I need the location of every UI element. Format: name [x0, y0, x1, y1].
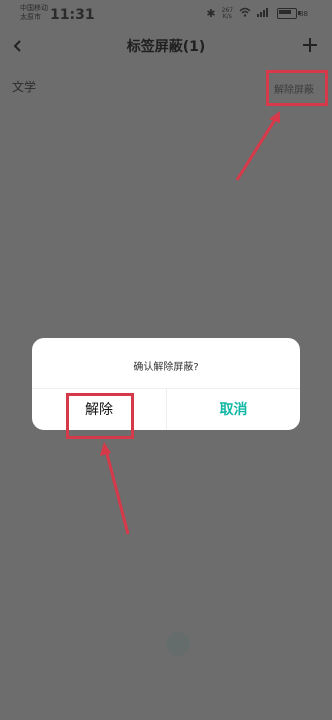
annotation-arrow-upper: [235, 111, 280, 181]
annotation-arrows: [100, 111, 280, 535]
annotation-arrow-lower: [100, 442, 130, 535]
